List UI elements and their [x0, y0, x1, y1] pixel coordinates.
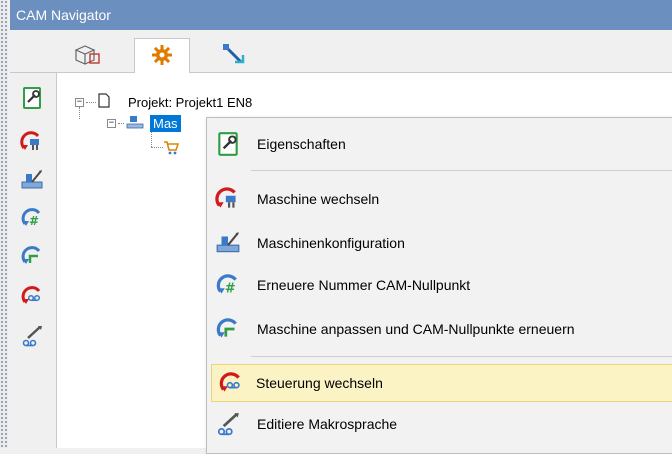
window-title: CAM Navigator	[16, 7, 111, 23]
edit-macro-icon	[213, 409, 243, 439]
menu-item-label: Maschine anpassen und CAM-Nullpunkte ern…	[257, 321, 575, 337]
edit-macro-button[interactable]	[18, 323, 46, 351]
machine-config-icon	[213, 228, 243, 258]
tab-machine[interactable]	[134, 38, 190, 73]
menu-item-label: Maschinenkonfiguration	[257, 235, 405, 251]
adapt-machine-icon	[20, 244, 44, 271]
gear-icon	[151, 44, 173, 69]
context-menu: Eigenschaften Maschine wechseln Maschine…	[206, 117, 672, 454]
renumber-zero-icon: #	[213, 270, 243, 300]
machine-icon	[126, 114, 144, 133]
dock-grip[interactable]	[0, 0, 8, 448]
tab-toolpath[interactable]	[206, 38, 262, 72]
renumber-zero-button[interactable]: #	[18, 205, 46, 233]
tree-node-project[interactable]: − Projekt: Projekt1 EN8	[75, 93, 252, 111]
menu-separator	[251, 356, 672, 357]
menu-item-maschinenkonfiguration[interactable]: Maschinenkonfiguration	[209, 224, 672, 262]
change-machine-icon	[213, 184, 243, 214]
tree-expander[interactable]: −	[75, 97, 84, 107]
properties-button[interactable]	[18, 85, 46, 113]
tree-node-machine[interactable]: − Mas	[107, 114, 181, 133]
adapt-machine-icon	[213, 314, 243, 344]
menu-item-editiere-makrosprache[interactable]: Editiere Makrosprache	[209, 405, 672, 443]
project-label: Projekt: Projekt1 EN8	[128, 94, 253, 110]
menu-separator	[251, 170, 672, 171]
vertical-toolbar: #	[10, 73, 52, 448]
change-control-button[interactable]	[18, 283, 46, 311]
cart-icon	[163, 139, 180, 158]
menu-item-label: Eigenschaften	[257, 136, 346, 152]
change-machine-button[interactable]	[18, 129, 46, 157]
document-icon	[98, 93, 110, 111]
edit-macro-icon	[20, 324, 44, 351]
menu-item-label: Erneuere Nummer CAM-Nullpunkt	[257, 277, 471, 293]
menu-item-label: Editiere Makrosprache	[257, 416, 398, 432]
menu-item-eigenschaften[interactable]: Eigenschaften	[209, 125, 672, 163]
change-control-icon	[216, 368, 246, 398]
machine-config-button[interactable]	[18, 167, 46, 195]
tool-path-icon	[221, 42, 247, 69]
title-bar: CAM Navigator	[10, 0, 672, 30]
tree-expander[interactable]: −	[107, 119, 116, 128]
tab-strip	[10, 30, 672, 73]
menu-item-label: Maschine wechseln	[257, 191, 380, 207]
change-control-icon	[20, 284, 44, 311]
menu-item-maschine-wechseln[interactable]: Maschine wechseln	[209, 180, 672, 218]
menu-item-label: Steuerung wechseln	[256, 375, 383, 391]
svg-text:#: #	[225, 282, 236, 297]
adapt-machine-button[interactable]	[18, 243, 46, 271]
tab-part[interactable]	[60, 38, 116, 72]
menu-item-steuerung-wechseln[interactable]: Steuerung wechseln	[211, 364, 672, 402]
change-machine-icon	[20, 130, 44, 157]
tree-line	[151, 147, 163, 148]
properties-icon	[20, 86, 44, 113]
part-cube-icon	[73, 43, 103, 68]
machine-config-icon	[20, 168, 44, 195]
menu-item-maschine-anpassen[interactable]: Maschine anpassen und CAM-Nullpunkte ern…	[209, 310, 672, 348]
properties-icon	[213, 129, 243, 159]
renumber-zero-icon: #	[20, 206, 44, 233]
svg-text:#: #	[29, 214, 39, 228]
machine-label: Mas	[150, 115, 181, 132]
menu-item-erneuere-nummer[interactable]: # Erneuere Nummer CAM-Nullpunkt	[209, 266, 672, 304]
tree-node-cart[interactable]	[163, 139, 180, 158]
